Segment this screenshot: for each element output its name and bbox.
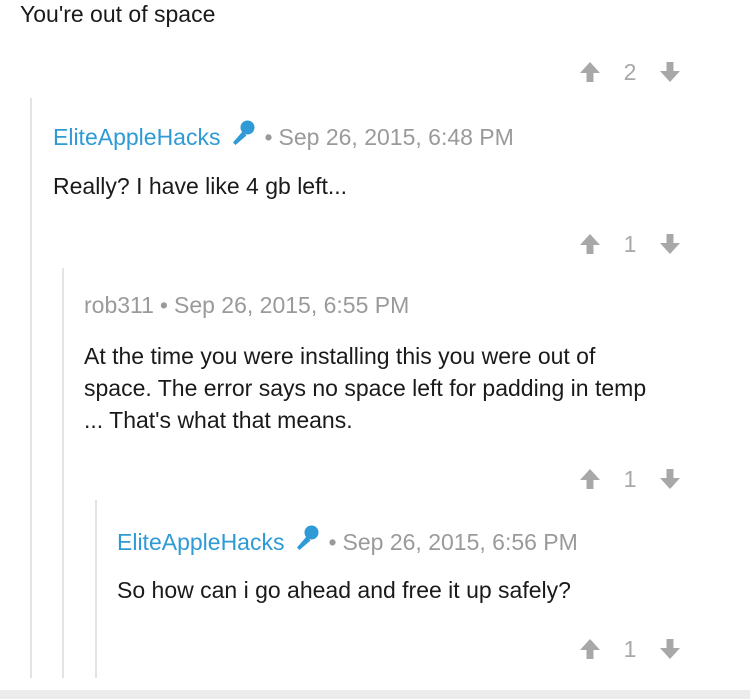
thread-line — [62, 268, 64, 678]
comment-meta: EliteAppleHacks • Sep 26, 2015, 6:56 PM — [117, 522, 578, 561]
thread-line — [95, 500, 97, 678]
vote-bar: 1 — [575, 635, 685, 663]
down-arrow-icon — [660, 469, 680, 489]
microphone-icon — [226, 117, 258, 156]
up-arrow-icon — [580, 469, 600, 489]
up-arrow-icon — [580, 234, 600, 254]
vote-score: 2 — [623, 58, 637, 85]
downvote-button[interactable] — [655, 230, 685, 258]
microphone-icon — [290, 522, 322, 561]
vote-bar: 2 — [575, 58, 685, 86]
comment-author[interactable]: EliteAppleHacks — [117, 529, 284, 555]
downvote-button[interactable] — [655, 58, 685, 86]
vote-bar: 1 — [575, 465, 685, 493]
down-arrow-icon — [660, 62, 680, 82]
comment-meta: rob311 • Sep 26, 2015, 6:55 PM — [84, 290, 409, 320]
comment-body: At the time you were installing this you… — [84, 340, 646, 436]
upvote-button[interactable] — [575, 58, 605, 86]
comment-timestamp[interactable]: Sep 26, 2015, 6:55 PM — [174, 292, 409, 318]
thread-line — [30, 98, 32, 678]
down-arrow-icon — [660, 234, 680, 254]
comment-body: So how can i go ahead and free it up saf… — [117, 577, 571, 603]
vote-score: 1 — [623, 465, 637, 492]
downvote-button[interactable] — [655, 635, 685, 663]
comment-body-line: space. The error says no space left for … — [84, 375, 647, 401]
up-arrow-icon — [580, 62, 600, 82]
upvote-button[interactable] — [575, 635, 605, 663]
bottom-divider — [0, 690, 750, 699]
upvote-button[interactable] — [575, 465, 605, 493]
comment-body: You're out of space — [20, 1, 216, 27]
down-arrow-icon — [660, 639, 680, 659]
up-arrow-icon — [580, 639, 600, 659]
downvote-button[interactable] — [655, 465, 685, 493]
comment-body-line: ... That's what that means. — [84, 407, 353, 433]
comment-body-line: At the time you were installing this you… — [84, 343, 596, 369]
comment-meta: EliteAppleHacks • Sep 26, 2015, 6:48 PM — [53, 117, 514, 156]
meta-separator: • — [159, 292, 168, 318]
meta-separator: • — [328, 529, 337, 555]
comment-timestamp[interactable]: Sep 26, 2015, 6:56 PM — [343, 529, 578, 555]
comment-timestamp[interactable]: Sep 26, 2015, 6:48 PM — [279, 124, 514, 150]
vote-bar: 1 — [575, 230, 685, 258]
comment-body: Really? I have like 4 gb left... — [53, 173, 348, 199]
comment-author[interactable]: EliteAppleHacks — [53, 124, 220, 150]
upvote-button[interactable] — [575, 230, 605, 258]
vote-score: 1 — [623, 635, 637, 662]
comment-author[interactable]: rob311 — [84, 292, 154, 318]
vote-score: 1 — [623, 230, 637, 257]
meta-separator: • — [264, 124, 273, 150]
